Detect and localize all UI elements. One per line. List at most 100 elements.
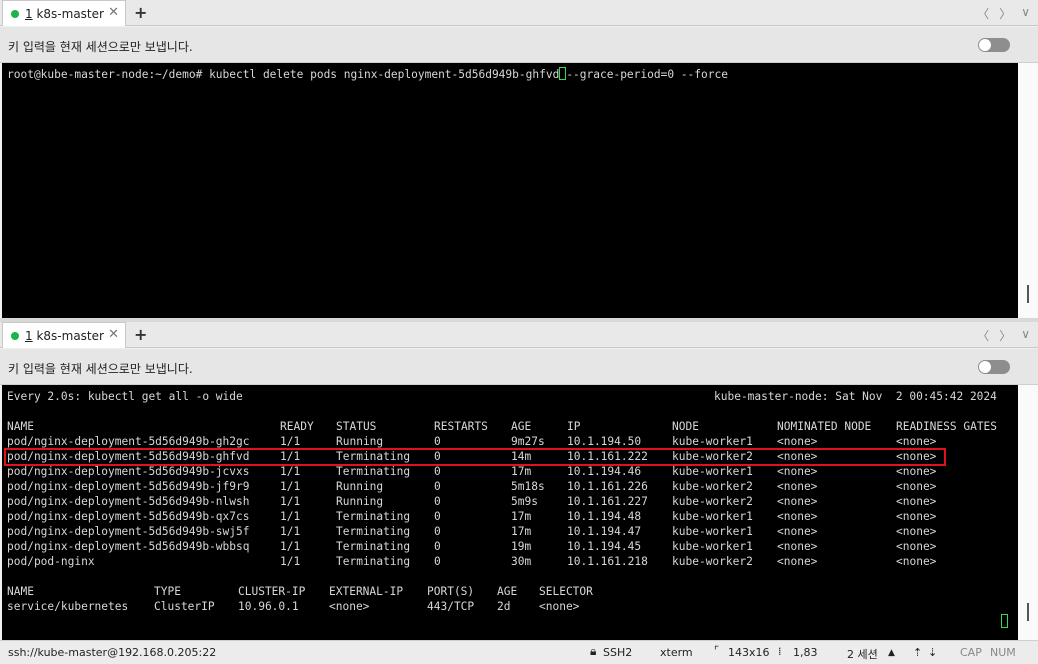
table-cell: <none> [777, 435, 818, 448]
table-cell: Terminating [336, 510, 411, 523]
table-cell: NAME [7, 420, 34, 433]
chevron-left-icon[interactable]: 〈 [977, 327, 989, 344]
table-row: pod/nginx-deployment-5d56d949b-jf9r9 1/1 R… [2, 479, 1002, 494]
table-cell: service/kubernetes [7, 600, 129, 613]
add-tab-button[interactable]: + [134, 3, 147, 22]
lock-icon: 🔒︎ [590, 644, 597, 658]
table-cell: pod/nginx-deployment-5d56d949b-jcvxs [7, 465, 250, 478]
bottom-info-bar: 키 입력을 현재 세션으로만 보냅니다. [0, 349, 1038, 385]
command-line: root@kube-master-node:~/demo# kubectl de… [7, 67, 728, 81]
tab-name: k8s-master [36, 6, 104, 21]
table-cell: 19m [511, 540, 532, 553]
table-cell: <none> [896, 450, 937, 463]
table-cell: pod/nginx-deployment-5d56d949b-nlwsh [7, 495, 250, 508]
table-cell: 1/1 [280, 555, 301, 568]
broadcast-toggle[interactable] [978, 360, 1010, 374]
table-row: pod/nginx-deployment-5d56d949b-ghfvd 1/1 T… [2, 449, 1002, 464]
arrow-up-icon[interactable]: ⇡ [913, 646, 922, 659]
arrow-down-icon[interactable]: ⇣ [928, 646, 937, 659]
table-cell: Terminating [336, 555, 411, 568]
chevron-right-icon[interactable]: 〉 [999, 327, 1011, 344]
table-cell: 10.1.194.47 [567, 525, 642, 538]
table-row: pod/nginx-deployment-5d56d949b-nlwsh 1/1 R… [2, 494, 1002, 509]
table-cell: kube-worker2 [672, 555, 753, 568]
cursor-position-icon: ⁞ [778, 645, 782, 658]
cursor-position: 1,83 [793, 646, 818, 659]
tab-k8s-master-bottom[interactable]: 1 k8s-master ✕ [2, 322, 126, 348]
chevron-right-icon[interactable]: 〉 [999, 5, 1011, 22]
table-cell: <none> [329, 600, 370, 613]
table-cell: 0 [434, 495, 441, 508]
table-cell: 10.1.194.50 [567, 435, 642, 448]
table-cell: <none> [896, 465, 937, 478]
status-bar: ssh://kube-master@192.168.0.205:22 🔒︎ SS… [0, 640, 1038, 664]
session-count[interactable]: 2 세션 [847, 646, 878, 662]
table-cell: AGE [497, 585, 518, 598]
table-cell: 10.1.194.48 [567, 510, 642, 523]
chevron-down-icon[interactable]: ∨ [1021, 5, 1030, 22]
table-row: pod/nginx-deployment-5d56d949b-swj5f 1/1 T… [2, 524, 1002, 539]
table-cell: <none> [539, 600, 580, 613]
table-cell: NOMINATED NODE [777, 420, 872, 433]
table-cell: kube-worker1 [672, 540, 753, 553]
protocol-label: SSH2 [603, 646, 633, 659]
table-header: NAME TYPE CLUSTER-IP EXTERNAL-IP PORT(S) AGE S… [2, 584, 1002, 599]
table-cell: 9m27s [511, 435, 545, 448]
table-cell: 10.1.161.218 [567, 555, 648, 568]
table-cell: kube-worker1 [672, 465, 753, 478]
add-tab-button[interactable]: + [134, 325, 147, 344]
table-cell: ClusterIP [154, 600, 215, 613]
chevron-down-icon[interactable]: ∨ [1021, 327, 1030, 344]
table-cell: 0 [434, 450, 441, 463]
table-cell: 5m18s [511, 480, 545, 493]
table-cell: 0 [434, 510, 441, 523]
table-cell: 17m [511, 465, 532, 478]
num-lock-indicator: NUM [990, 646, 1016, 659]
bottom-scroll-thumb[interactable] [1027, 603, 1029, 621]
table-cell: <none> [777, 465, 818, 478]
bottom-terminal[interactable]: Every 2.0s: kubectl get all -o wide kube… [2, 385, 1018, 640]
table-row: pod/nginx-deployment-5d56d949b-wbbsq 1/1 T… [2, 539, 1002, 554]
caret-up-icon[interactable]: ▲ [888, 648, 895, 658]
table-cell: 1/1 [280, 540, 301, 553]
send-keys-message: 키 입력을 현재 세션으로만 보냅니다. [8, 40, 193, 54]
table-cell: CLUSTER-IP [238, 585, 306, 598]
chevron-left-icon[interactable]: 〈 [977, 5, 989, 22]
table-cell: 0 [434, 435, 441, 448]
table-cell: 5m9s [511, 495, 538, 508]
top-terminal[interactable]: root@kube-master-node:~/demo# kubectl de… [2, 63, 1018, 318]
table-cell: 10.1.194.46 [567, 465, 642, 478]
top-scrollbar[interactable] [1018, 63, 1038, 318]
table-cell: TYPE [154, 585, 181, 598]
top-info-bar: 키 입력을 현재 세션으로만 보냅니다. [0, 27, 1038, 63]
top-scroll-thumb[interactable] [1027, 285, 1029, 303]
broadcast-toggle[interactable] [978, 38, 1010, 52]
table-cell: <none> [896, 525, 937, 538]
table-cell: <none> [896, 555, 937, 568]
table-cell: 17m [511, 510, 532, 523]
tab-k8s-master-top[interactable]: 1 k8s-master ✕ [2, 0, 126, 26]
close-tab-icon[interactable]: ✕ [108, 327, 119, 342]
text-cursor [1001, 614, 1008, 628]
table-cell: PORT(S) [427, 585, 475, 598]
table-cell: 1/1 [280, 525, 301, 538]
table-cell: 14m [511, 450, 532, 463]
table-cell: Terminating [336, 465, 411, 478]
table-cell: IP [567, 420, 581, 433]
session-connected-icon [11, 9, 19, 18]
table-cell: <none> [777, 555, 818, 568]
close-tab-icon[interactable]: ✕ [108, 5, 119, 20]
top-tab-bar: 1 k8s-master ✕ + 〈 〉 ∨ [0, 0, 1038, 26]
table-cell: pod/nginx-deployment-5d56d949b-qx7cs [7, 510, 250, 523]
table-cell: 10.1.161.226 [567, 480, 648, 493]
bottom-scrollbar[interactable] [1018, 385, 1038, 640]
table-cell: 10.1.161.227 [567, 495, 648, 508]
table-cell: RESTARTS [434, 420, 488, 433]
watch-header-left: Every 2.0s: kubectl get all -o wide [7, 390, 243, 403]
table-cell: 10.1.194.45 [567, 540, 642, 553]
tab-navigation: 〈 〉 ∨ [977, 327, 1030, 344]
watch-header-right: kube-master-node: Sat Nov 2 00:45:42 202… [714, 390, 997, 403]
table-cell: Terminating [336, 525, 411, 538]
table-cell: <none> [777, 450, 818, 463]
table-cell: SELECTOR [539, 585, 593, 598]
